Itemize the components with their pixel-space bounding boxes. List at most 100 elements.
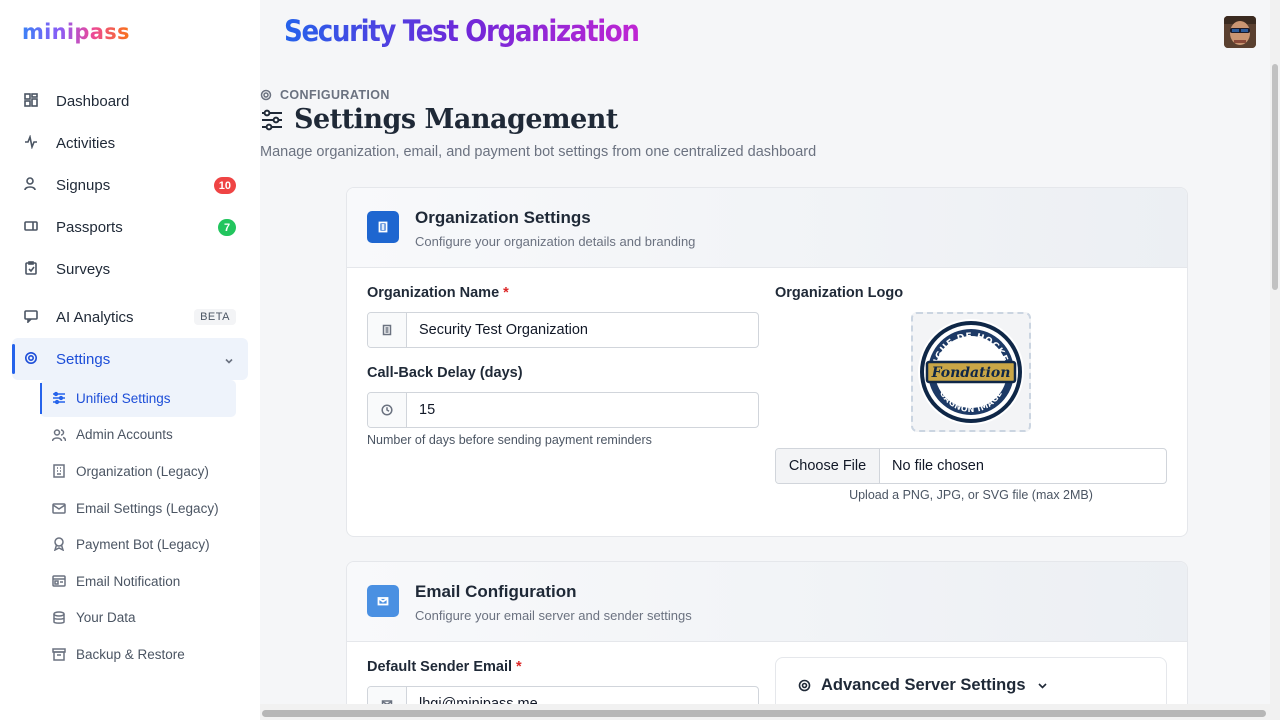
submenu-item-backup-restore[interactable]: Backup & Restore bbox=[40, 636, 236, 673]
card-subtitle: Configure your email server and sender s… bbox=[415, 608, 692, 623]
required-mark: * bbox=[516, 659, 522, 675]
sidebar-item-label: Settings bbox=[56, 350, 111, 368]
building-icon bbox=[367, 211, 399, 243]
submenu-item-email-notification[interactable]: Email Notification bbox=[40, 563, 236, 600]
required-mark: * bbox=[503, 285, 509, 301]
page-title: Settings Management bbox=[260, 104, 618, 135]
passports-count-badge: 7 bbox=[218, 219, 236, 236]
callback-delay-label: Call-Back Delay (days) bbox=[367, 365, 523, 381]
robot-icon bbox=[52, 537, 66, 552]
sidebar-item-label: Passports bbox=[56, 218, 123, 236]
organization-title: Security Test Organization bbox=[284, 14, 640, 48]
sidebar-item-signups[interactable]: Signups 10 bbox=[12, 164, 248, 206]
callback-delay-help: Number of days before sending payment re… bbox=[367, 433, 652, 447]
clipboard-icon bbox=[24, 261, 38, 275]
gear-icon bbox=[798, 679, 811, 692]
submenu-item-label: Organization (Legacy) bbox=[76, 463, 209, 479]
sidebar-item-label: Surveys bbox=[56, 260, 111, 278]
organization-name-label: Organization Name * bbox=[367, 285, 509, 301]
signups-count-badge: 10 bbox=[213, 177, 236, 194]
brand-logo[interactable]: minipass bbox=[22, 20, 130, 44]
mail-icon bbox=[52, 501, 66, 515]
logo-text-mid: Fondation bbox=[931, 365, 1011, 381]
building-icon bbox=[368, 313, 407, 347]
user-icon bbox=[24, 177, 38, 191]
logo-file-input[interactable]: Choose File No file chosen bbox=[775, 448, 1167, 484]
sidebar-item-label: AI Analytics bbox=[56, 308, 134, 326]
settings-submenu: Unified Settings Admin Accounts Organiza… bbox=[40, 380, 236, 673]
horizontal-scrollbar-thumb[interactable] bbox=[262, 710, 1266, 717]
page-subtitle: Manage organization, email, and payment … bbox=[260, 144, 817, 160]
sliders-icon bbox=[52, 391, 66, 405]
chevron-down-icon[interactable] bbox=[224, 353, 234, 364]
card-header: Email Configuration Configure your email… bbox=[347, 562, 1187, 642]
sidebar-item-dashboard[interactable]: Dashboard bbox=[12, 80, 248, 122]
choose-file-button[interactable]: Choose File bbox=[776, 449, 880, 483]
breadcrumb-label: CONFIGURATION bbox=[280, 88, 390, 102]
beta-tag: BETA bbox=[194, 309, 236, 325]
sidebar-item-settings[interactable]: Settings bbox=[12, 338, 248, 380]
sidebar-item-ai-analytics[interactable]: AI Analytics BETA bbox=[12, 296, 248, 338]
breadcrumb: CONFIGURATION bbox=[260, 88, 390, 102]
submenu-item-label: Backup & Restore bbox=[76, 646, 185, 662]
template-icon bbox=[52, 574, 66, 588]
chat-icon bbox=[24, 309, 38, 323]
sidebar-item-label: Signups bbox=[56, 176, 111, 194]
sidebar-item-passports[interactable]: Passports 7 bbox=[12, 206, 248, 248]
submenu-item-email-settings-legacy[interactable]: Email Settings (Legacy) bbox=[40, 490, 236, 527]
submenu-item-your-data[interactable]: Your Data bbox=[40, 600, 236, 637]
organization-logo-image: LIGUE DE HOCKEY GAGNON IMAGE Fondation bbox=[918, 319, 1024, 425]
card-title: Email Configuration bbox=[415, 582, 577, 601]
users-icon bbox=[51, 428, 67, 442]
sidebar-item-activities[interactable]: Activities bbox=[12, 122, 248, 164]
user-avatar[interactable] bbox=[1224, 16, 1256, 48]
submenu-item-label: Your Data bbox=[76, 610, 136, 626]
vertical-scrollbar-thumb[interactable] bbox=[1272, 64, 1278, 290]
organization-settings-card: Organization Settings Configure your org… bbox=[346, 187, 1188, 537]
submenu-item-organization-legacy[interactable]: Organization (Legacy) bbox=[40, 453, 236, 490]
label-text: Default Sender Email bbox=[367, 659, 513, 675]
label-text: Organization Name bbox=[367, 285, 500, 301]
sidebar: minipass Dashboard Activities Signups 10… bbox=[0, 0, 260, 720]
sidebar-nav: Dashboard Activities Signups 10 Passport… bbox=[12, 80, 248, 673]
card-title: Organization Settings bbox=[415, 208, 591, 227]
activity-icon bbox=[24, 135, 38, 149]
logo-file-help: Upload a PNG, JPG, or SVG file (max 2MB) bbox=[849, 488, 1093, 502]
database-icon bbox=[52, 610, 66, 625]
advanced-server-settings-toggle[interactable]: Advanced Server Settings bbox=[798, 676, 1049, 695]
archive-icon bbox=[52, 647, 66, 661]
submenu-item-label: Admin Accounts bbox=[76, 427, 173, 443]
sidebar-item-label: Dashboard bbox=[56, 92, 130, 110]
gear-icon bbox=[24, 351, 38, 365]
submenu-item-unified-settings[interactable]: Unified Settings bbox=[40, 380, 236, 417]
building-icon bbox=[52, 464, 66, 478]
sliders-icon bbox=[262, 109, 282, 130]
horizontal-scrollbar[interactable] bbox=[260, 704, 1280, 720]
mail-icon bbox=[367, 585, 399, 617]
organization-name-field[interactable]: Security Test Organization bbox=[367, 312, 759, 348]
file-status: No file chosen bbox=[892, 458, 984, 474]
chevron-down-icon bbox=[1037, 683, 1047, 689]
page-title-text: Settings Management bbox=[294, 104, 618, 135]
organization-logo-label: Organization Logo bbox=[775, 285, 904, 301]
sidebar-item-surveys[interactable]: Surveys bbox=[12, 248, 248, 290]
organization-name-value[interactable]: Security Test Organization bbox=[407, 313, 758, 347]
callback-delay-value[interactable]: 15 bbox=[407, 393, 758, 427]
advanced-settings-label: Advanced Server Settings bbox=[821, 676, 1026, 694]
vertical-scrollbar[interactable] bbox=[1270, 0, 1280, 704]
dashboard-icon bbox=[24, 93, 38, 107]
card-header: Organization Settings Configure your org… bbox=[347, 188, 1187, 268]
ticket-icon bbox=[24, 219, 38, 233]
submenu-item-label: Payment Bot (Legacy) bbox=[76, 537, 210, 553]
organization-logo-preview[interactable]: LIGUE DE HOCKEY GAGNON IMAGE Fondation bbox=[911, 312, 1031, 432]
sidebar-item-label: Activities bbox=[56, 134, 116, 152]
card-subtitle: Configure your organization details and … bbox=[415, 234, 696, 249]
submenu-item-payment-bot-legacy[interactable]: Payment Bot (Legacy) bbox=[40, 526, 236, 563]
clock-icon bbox=[368, 393, 407, 427]
callback-delay-field[interactable]: 15 bbox=[367, 392, 759, 428]
submenu-item-label: Email Notification bbox=[76, 573, 181, 589]
submenu-item-admin-accounts[interactable]: Admin Accounts bbox=[40, 417, 236, 454]
default-sender-email-label: Default Sender Email * bbox=[367, 659, 522, 675]
submenu-item-label: Email Settings (Legacy) bbox=[76, 500, 219, 516]
email-configuration-card: Email Configuration Configure your email… bbox=[346, 561, 1188, 720]
